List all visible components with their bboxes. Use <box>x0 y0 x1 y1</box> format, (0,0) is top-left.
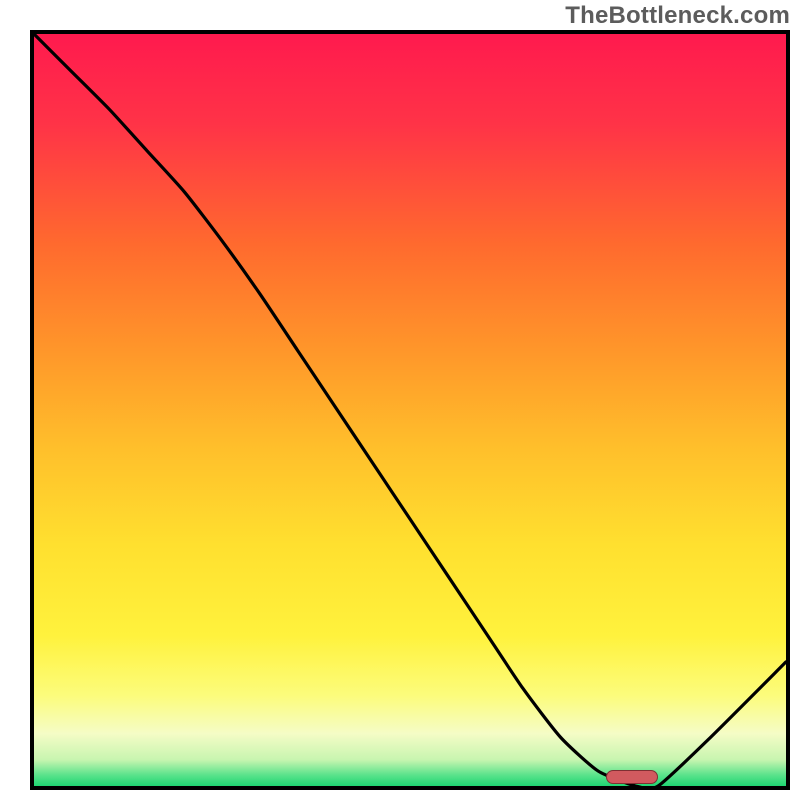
chart-frame: TheBottleneck.com <box>0 0 800 800</box>
gradient-background <box>34 34 786 786</box>
watermark-text: TheBottleneck.com <box>565 2 790 30</box>
optimal-marker <box>606 770 659 784</box>
plot-area <box>30 30 790 790</box>
